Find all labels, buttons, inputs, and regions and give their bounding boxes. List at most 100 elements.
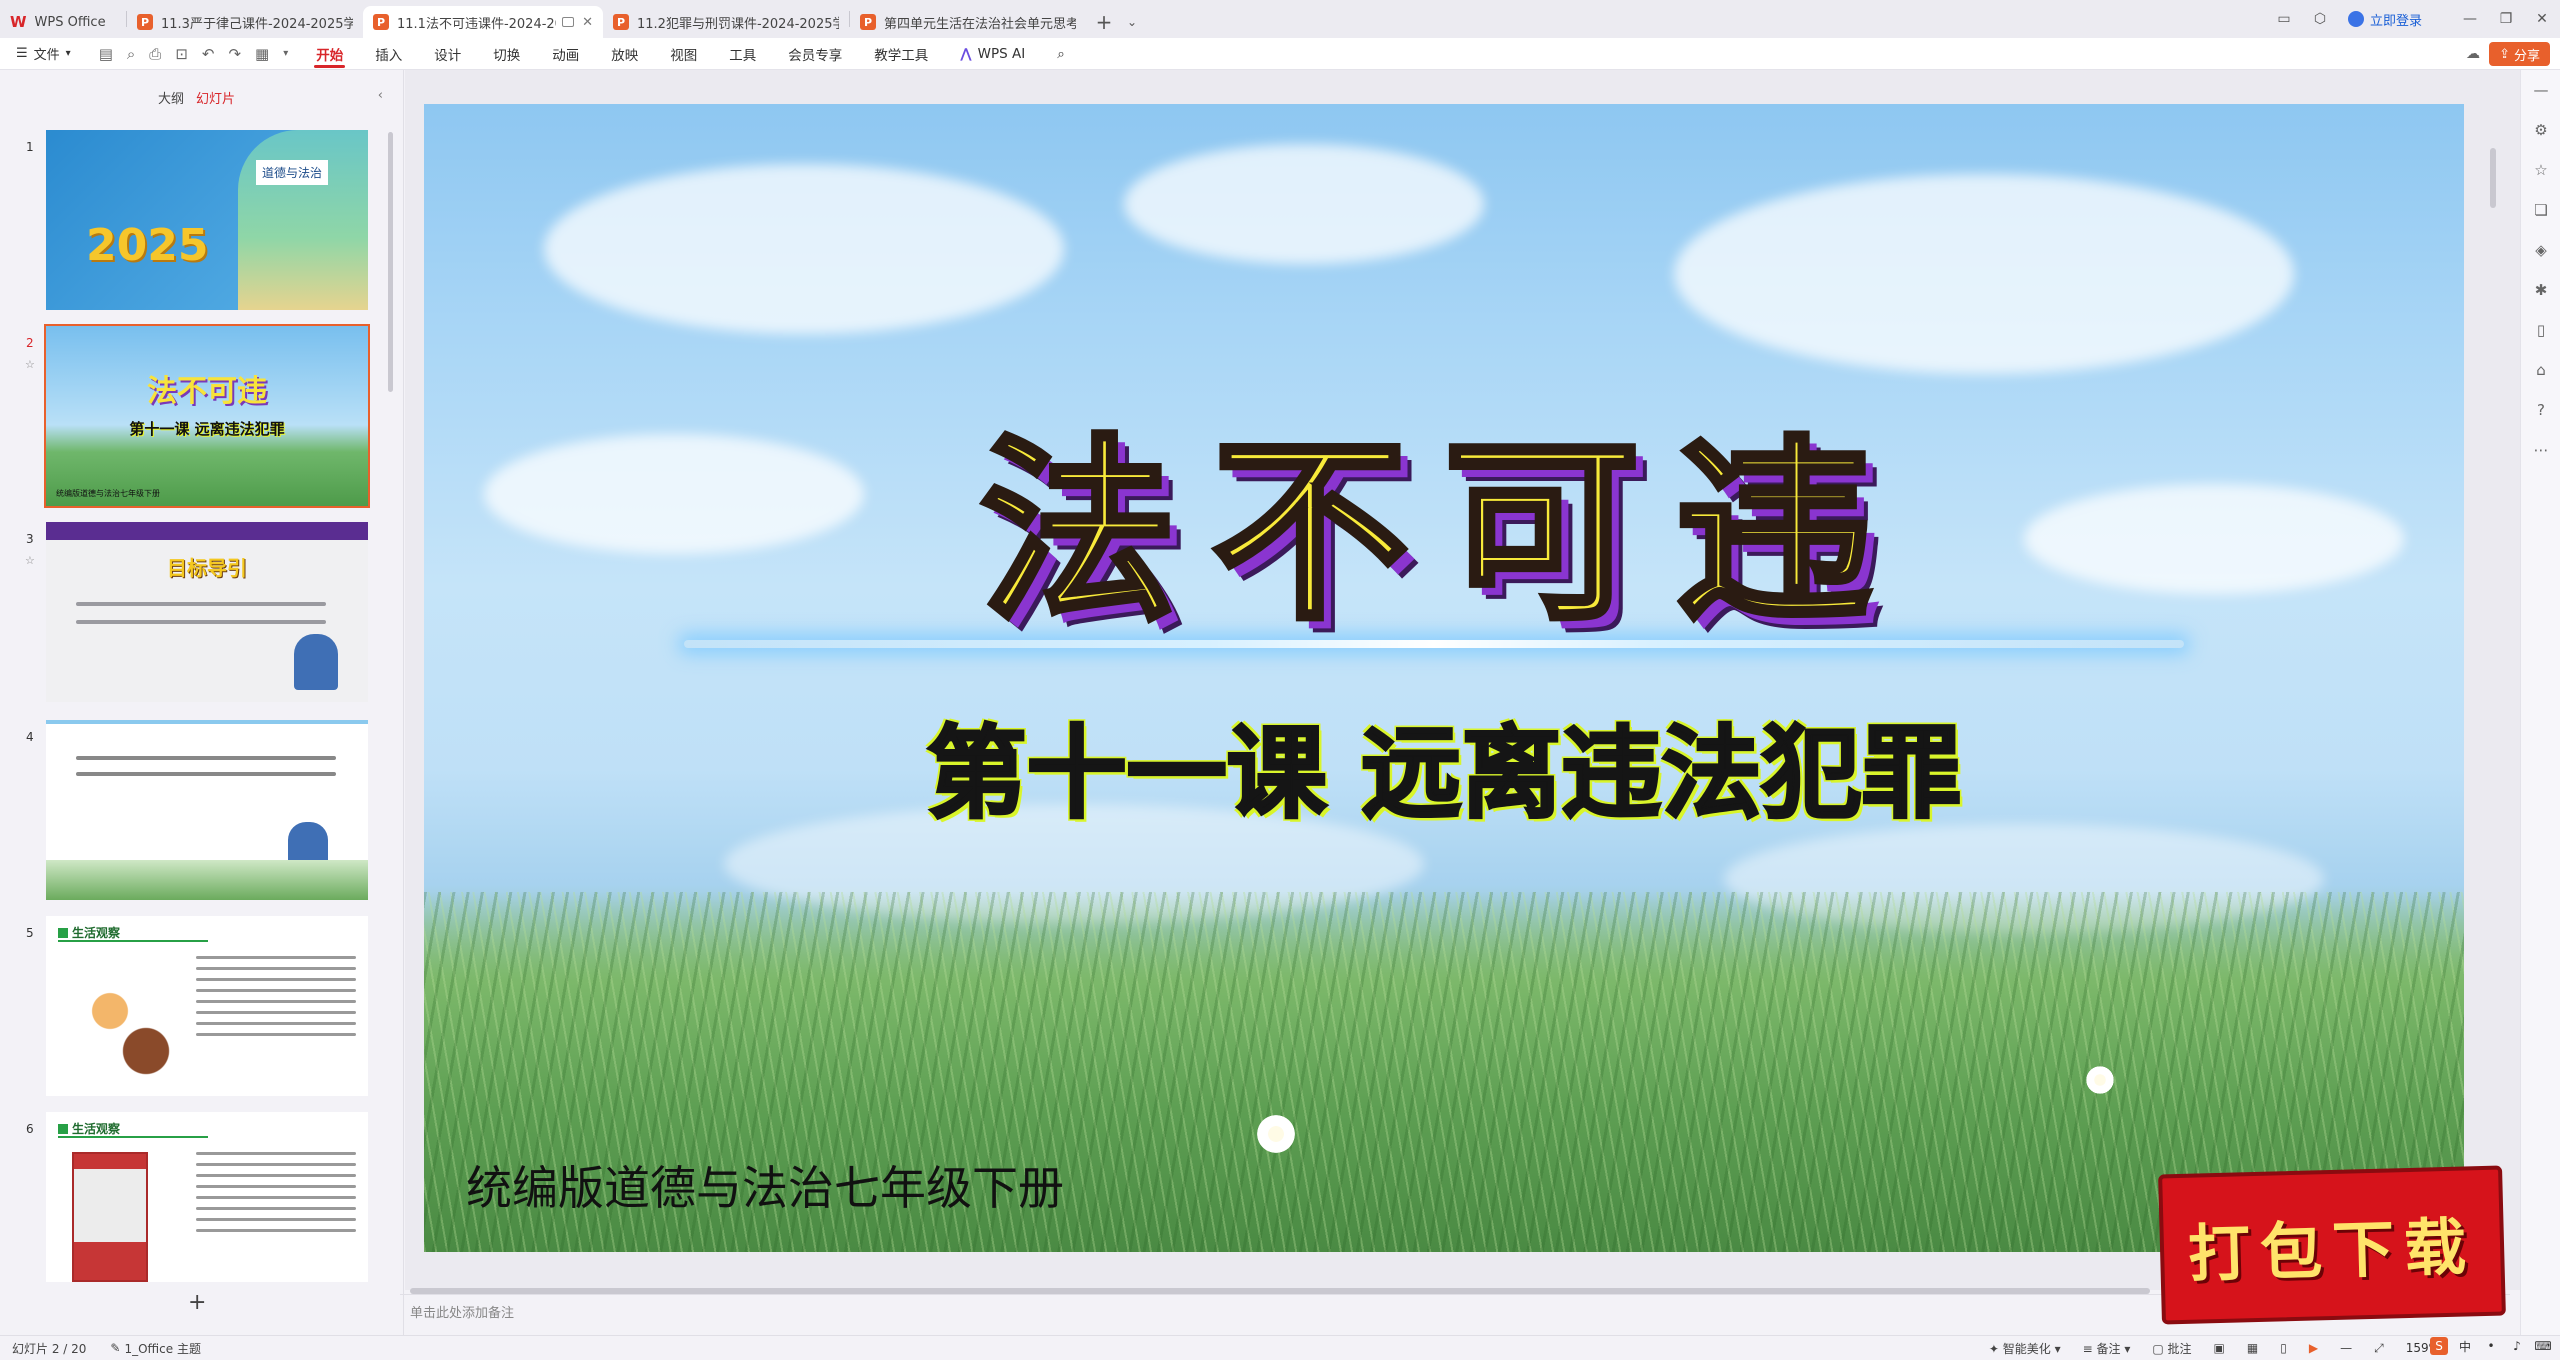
- menu-transitions[interactable]: 切换: [477, 38, 536, 70]
- thumb-year: 2025: [86, 220, 209, 271]
- slide-footer-text[interactable]: 统编版道德与法治七年级下册: [466, 1152, 1064, 1218]
- tab-label: 11.2犯罪与刑罚课件-2024-2025学年: [637, 16, 839, 32]
- tab-list-chevron-icon[interactable]: ⌄: [1122, 6, 1142, 38]
- slide-thumbnail-4[interactable]: [46, 720, 368, 900]
- mic-icon[interactable]: ♪: [2508, 1337, 2526, 1355]
- thumb-illustration: [72, 1152, 148, 1282]
- comments-button[interactable]: ▢ 批注: [2152, 1340, 2191, 1357]
- tab-document-1[interactable]: P 11.3严于律己课件-2024-2025学年统: [127, 6, 363, 38]
- punct-icon[interactable]: •: [2482, 1337, 2500, 1355]
- minimize-icon[interactable]: —: [2452, 11, 2488, 27]
- tab-label: 11.3严于律己课件-2024-2025学年统: [161, 16, 353, 32]
- cube-icon[interactable]: ⬡: [2302, 11, 2338, 27]
- help-icon[interactable]: ?: [2521, 390, 2560, 430]
- ime-icon[interactable]: S: [2430, 1337, 2448, 1355]
- reading-view-icon[interactable]: ▯: [2280, 1341, 2287, 1355]
- ppt-file-icon: P: [860, 14, 876, 30]
- new-tab-button[interactable]: +: [1086, 6, 1122, 38]
- cloud-sync-icon[interactable]: ☁: [2466, 46, 2480, 62]
- slide-thumbnail-5[interactable]: 生活观察: [46, 916, 368, 1096]
- smart-beautify-button[interactable]: ✦ 智能美化 ▾: [1989, 1340, 2061, 1357]
- panel-scrollbar[interactable]: [388, 132, 393, 392]
- thumb-tag: 生活观察: [58, 924, 120, 941]
- tab-label: 第四单元生活在法治社会单元思考与行: [884, 16, 1076, 32]
- open-icon[interactable]: ⌕: [127, 45, 135, 63]
- wps-ai-button[interactable]: ⋀ WPS AI: [944, 38, 1041, 70]
- star-icon[interactable]: ☆: [25, 358, 35, 371]
- download-badge[interactable]: 打包下载: [2158, 1165, 2506, 1325]
- fit-icon[interactable]: ⤢: [2374, 1341, 2384, 1356]
- notes-button[interactable]: ≡ 备注 ▾: [2083, 1340, 2131, 1357]
- normal-view-icon[interactable]: ▣: [2214, 1341, 2225, 1355]
- ppt-file-icon: P: [137, 14, 153, 30]
- collapse-icon[interactable]: —: [2521, 70, 2560, 110]
- login-button[interactable]: 立即登录: [2347, 10, 2422, 29]
- ime-mode-icon[interactable]: 中: [2456, 1337, 2474, 1355]
- flower-shape: [1254, 1112, 1298, 1156]
- tab-document-4[interactable]: P 第四单元生活在法治社会单元思考与行: [850, 6, 1086, 38]
- star-icon[interactable]: ☆: [25, 554, 35, 567]
- smart-beautify-label: 智能美化: [2002, 1341, 2051, 1356]
- share-button[interactable]: ⇪ 分享: [2489, 42, 2550, 66]
- tab-outline[interactable]: 大纲: [158, 88, 184, 107]
- comments-label: 批注: [2167, 1341, 2192, 1356]
- new-doc-icon[interactable]: ▤: [99, 45, 113, 63]
- play-icon[interactable]: ▶: [2309, 1341, 2318, 1355]
- thumb-text-lines: [76, 602, 326, 638]
- thumb-divider: [58, 940, 208, 942]
- tab-document-2[interactable]: P 11.1法不可违课件-2024-2025 ✕: [363, 6, 603, 38]
- tab-slides[interactable]: 幻灯片: [196, 88, 235, 107]
- slide-thumbnail-3[interactable]: 目标导引: [46, 522, 368, 702]
- add-slide-button[interactable]: +: [188, 1290, 206, 1315]
- shirt-icon[interactable]: ⌂: [2521, 350, 2560, 390]
- slide-thumbnail-6[interactable]: 生活观察: [46, 1112, 368, 1282]
- book-icon[interactable]: ▯: [2521, 310, 2560, 350]
- menu-tools[interactable]: 工具: [713, 38, 772, 70]
- collapse-panel-icon[interactable]: ‹: [378, 88, 383, 103]
- tablet-mode-icon[interactable]: ▭: [2266, 11, 2302, 27]
- current-slide[interactable]: 法不可违 第十一课 远离违法犯罪 统编版道德与法治七年级下册: [424, 104, 2464, 1252]
- slide-title[interactable]: 法不可违: [424, 374, 2464, 657]
- menu-view[interactable]: 视图: [654, 38, 713, 70]
- magic-icon[interactable]: ✱: [2521, 270, 2560, 310]
- menu-insert[interactable]: 插入: [359, 38, 418, 70]
- print-icon[interactable]: ⎙: [149, 45, 161, 63]
- close-tab-icon[interactable]: ✕: [582, 15, 593, 30]
- notes-placeholder[interactable]: 单击此处添加备注: [410, 1302, 514, 1321]
- slide-subtitle[interactable]: 第十一课 远离违法犯罪: [424, 692, 2464, 837]
- slide-thumbnail-2[interactable]: 法不可违 第十一课 远离违法犯罪 统编版道德与法治七年级下册: [44, 324, 370, 508]
- close-window-icon[interactable]: ✕: [2524, 11, 2560, 27]
- thumb-tag: 生活观察: [58, 1120, 120, 1137]
- restore-icon[interactable]: ❐: [2488, 11, 2524, 27]
- thumb-textbook-cover: [238, 130, 368, 310]
- zoom-out-icon[interactable]: —: [2340, 1341, 2352, 1355]
- style-icon[interactable]: ◈: [2521, 230, 2560, 270]
- more-icon[interactable]: ⋯: [2521, 430, 2560, 470]
- vertical-scrollbar[interactable]: [2490, 148, 2496, 208]
- more-chevron-icon[interactable]: ▾: [283, 48, 288, 59]
- menu-animations[interactable]: 动画: [536, 38, 595, 70]
- slide-thumbnail-1[interactable]: 道德与法治 2025: [46, 130, 368, 310]
- redo-icon[interactable]: ↷: [228, 45, 241, 63]
- undo-icon[interactable]: ↶: [202, 45, 215, 63]
- ppt-file-icon: P: [373, 14, 389, 30]
- adjust-icon[interactable]: ⚙: [2521, 110, 2560, 150]
- keyboard-icon[interactable]: ⌨: [2534, 1337, 2552, 1355]
- star-icon[interactable]: ☆: [2521, 150, 2560, 190]
- menu-member[interactable]: 会员专享: [772, 38, 858, 70]
- share-icon: ⇪: [2499, 46, 2510, 62]
- grid-view-icon[interactable]: ▦: [2247, 1341, 2258, 1355]
- tab-document-3[interactable]: P 11.2犯罪与刑罚课件-2024-2025学年: [603, 6, 849, 38]
- menu-teaching-tools[interactable]: 教学工具: [858, 38, 944, 70]
- thumb-header-bar: [46, 522, 368, 540]
- menu-home[interactable]: 开始: [300, 38, 359, 70]
- tab-wps-home[interactable]: W WPS Office: [0, 6, 126, 38]
- file-menu-button[interactable]: ☰ 文件 ▾: [0, 44, 87, 63]
- preview-icon[interactable]: ⊡: [175, 45, 188, 63]
- theme-indicator[interactable]: ✎ 1_Office 主题: [110, 1340, 201, 1357]
- format-painter-icon[interactable]: ▦: [255, 45, 269, 63]
- layers-icon[interactable]: ❏: [2521, 190, 2560, 230]
- menu-slideshow[interactable]: 放映: [595, 38, 654, 70]
- menu-design[interactable]: 设计: [418, 38, 477, 70]
- search-icon[interactable]: ⌕: [1041, 38, 1081, 70]
